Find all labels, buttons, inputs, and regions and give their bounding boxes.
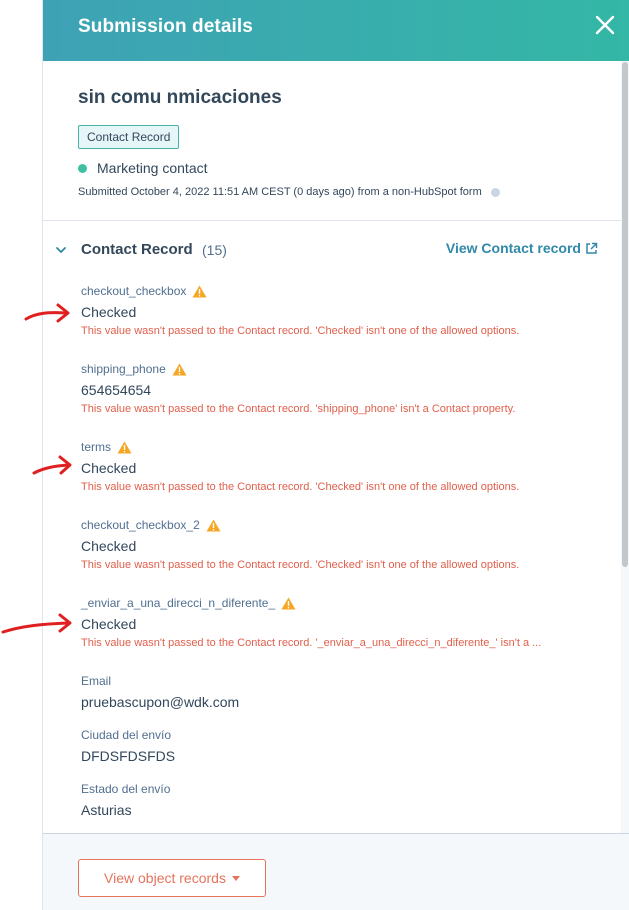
section-title: Contact Record bbox=[81, 241, 193, 258]
field-item: checkout_checkbox Checked This value was… bbox=[81, 283, 611, 361]
annotation-arrow-icon bbox=[24, 303, 70, 323]
scrollbar-thumb[interactable] bbox=[622, 62, 628, 567]
field-label-text: _enviar_a_una_direcci_n_diferente_ bbox=[81, 596, 276, 610]
panel-header: Submission details bbox=[43, 0, 629, 61]
field-label-text: checkout_checkbox_2 bbox=[81, 518, 200, 532]
annotation-arrow-icon bbox=[1, 613, 72, 634]
submitted-text: Submitted October 4, 2022 11:51 AM CEST … bbox=[78, 186, 482, 198]
field-value: pruebascupon@wdk.com bbox=[81, 694, 240, 710]
field-item: Estado del envío Asturias bbox=[81, 781, 611, 833]
field-value: Asturias bbox=[81, 802, 132, 818]
field-label: Estado del envío bbox=[81, 781, 611, 797]
field-label-text: terms bbox=[81, 440, 111, 454]
field-label: Ciudad del envío bbox=[81, 727, 611, 743]
panel-title: Submission details bbox=[78, 16, 253, 37]
section-count: (15) bbox=[202, 242, 227, 258]
caret-down-icon bbox=[231, 875, 240, 881]
panel-body: sin comu nmicaciones Contact Record Mark… bbox=[43, 61, 629, 833]
field-error: This value wasn't passed to the Contact … bbox=[81, 325, 520, 337]
field-item: Ciudad del envío DFDSFDSFDS bbox=[81, 727, 611, 781]
close-icon bbox=[595, 15, 615, 35]
field-label-text: Email bbox=[81, 674, 112, 688]
field-label: Email bbox=[81, 673, 611, 689]
warning-icon bbox=[172, 363, 187, 375]
view-object-records-label: View object records bbox=[104, 870, 226, 886]
field-value: Checked bbox=[81, 616, 137, 632]
field-label: shipping_phone bbox=[81, 361, 611, 377]
record-type-tag: Contact Record bbox=[78, 125, 180, 149]
field-value: Checked bbox=[81, 460, 137, 476]
view-object-records-button[interactable]: View object records bbox=[78, 859, 266, 897]
warning-icon bbox=[206, 519, 221, 531]
field-item: Email pruebascupon@wdk.com bbox=[81, 673, 611, 727]
field-label-text: checkout_checkbox bbox=[81, 284, 187, 298]
warning-icon bbox=[117, 441, 132, 453]
field-item: checkout_checkbox_2 Checked This value w… bbox=[81, 517, 611, 595]
field-error: This value wasn't passed to the Contact … bbox=[81, 637, 542, 649]
field-label: checkout_checkbox_2 bbox=[81, 517, 611, 533]
field-label: checkout_checkbox bbox=[81, 283, 611, 299]
field-item: shipping_phone 654654654 This value wasn… bbox=[81, 361, 611, 439]
submission-details-panel: Submission details sin comu nmicaciones … bbox=[42, 0, 629, 910]
contact-record-section-header: Contact Record (15) View Contact record bbox=[43, 239, 629, 263]
field-value: DFDSFDSFDS bbox=[81, 748, 176, 764]
status-dot-icon bbox=[78, 163, 87, 173]
view-link-label: View Contact record bbox=[445, 240, 581, 256]
panel-footer: View object records bbox=[43, 833, 629, 910]
lifecycle-label: Marketing contact bbox=[97, 160, 208, 176]
close-button[interactable] bbox=[594, 14, 616, 36]
field-label-text: Estado del envío bbox=[81, 782, 171, 796]
info-icon[interactable] bbox=[490, 187, 500, 197]
field-label: terms bbox=[81, 439, 611, 455]
external-link-icon bbox=[586, 242, 598, 254]
divider bbox=[43, 220, 629, 221]
view-contact-record-link[interactable]: View Contact record bbox=[446, 240, 598, 256]
field-error: This value wasn't passed to the Contact … bbox=[81, 403, 516, 415]
warning-icon bbox=[192, 285, 207, 297]
warning-icon bbox=[281, 597, 296, 609]
field-label-text: shipping_phone bbox=[81, 362, 166, 376]
field-item: _enviar_a_una_direcci_n_diferente_ Check… bbox=[81, 595, 611, 673]
lifecycle-status: Marketing contact bbox=[78, 160, 208, 176]
field-item: terms Checked This value wasn't passed t… bbox=[81, 439, 611, 517]
field-list: checkout_checkbox Checked This value was… bbox=[81, 283, 611, 833]
annotation-arrow-icon bbox=[32, 455, 72, 475]
chevron-down-icon[interactable] bbox=[54, 243, 68, 257]
submitted-info: Submitted October 4, 2022 11:51 AM CEST … bbox=[78, 186, 500, 198]
field-error: This value wasn't passed to the Contact … bbox=[81, 559, 520, 571]
field-label: _enviar_a_una_direcci_n_diferente_ bbox=[81, 595, 611, 611]
contact-name: sin comu nmicaciones bbox=[78, 87, 282, 108]
field-value: Checked bbox=[81, 304, 137, 320]
field-value: Checked bbox=[81, 538, 137, 554]
field-error: This value wasn't passed to the Contact … bbox=[81, 481, 520, 493]
field-label-text: Ciudad del envío bbox=[81, 728, 172, 742]
field-value: 654654654 bbox=[81, 382, 152, 398]
